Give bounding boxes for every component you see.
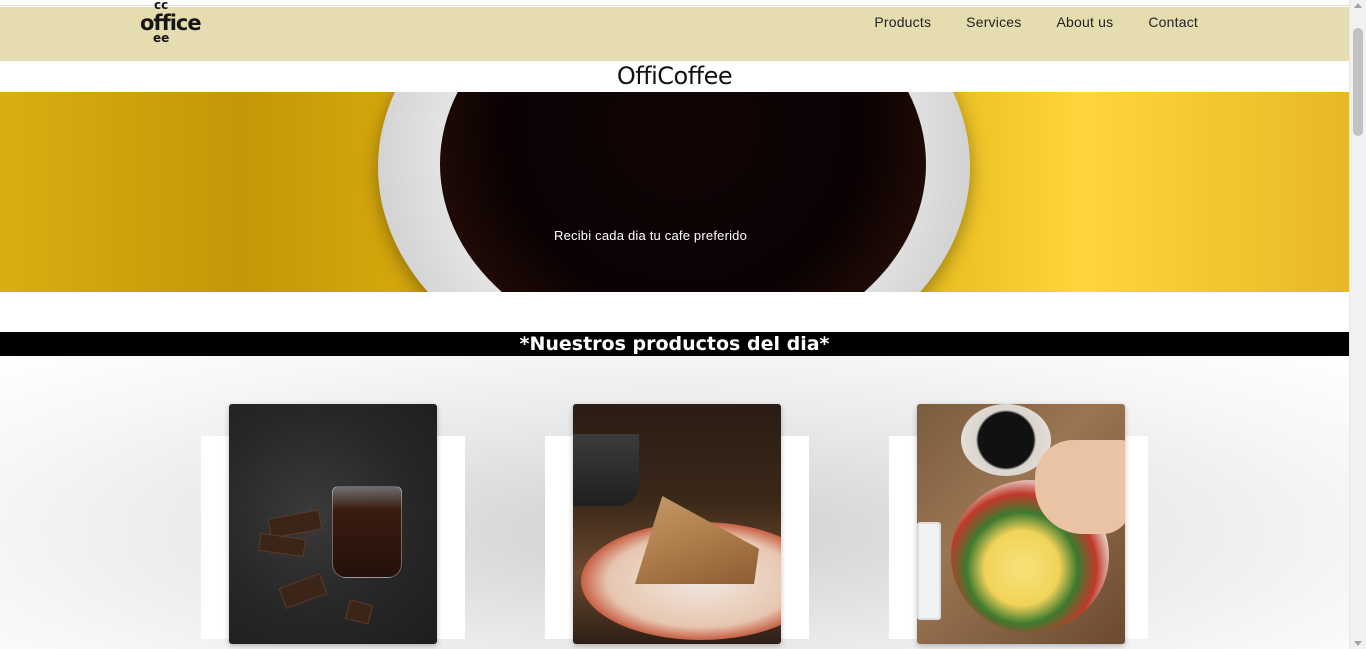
hero-coffee-image [440, 92, 926, 292]
products-heading: *Nuestros productos del dia* [519, 333, 830, 355]
products-section [0, 356, 1349, 649]
logo-word: office [140, 11, 202, 35]
page-viewport: cc office ee Products Services About us … [0, 0, 1366, 649]
logo[interactable]: cc office ee [138, 0, 202, 57]
product-image-chocolate[interactable] [229, 404, 437, 644]
hand-image [1035, 440, 1125, 534]
scroll-down-arrow-icon[interactable] [1354, 641, 1362, 646]
phone-image [917, 522, 941, 620]
logo-cc-bottom: ee [153, 31, 170, 45]
nav-link-products[interactable]: Products [874, 14, 931, 30]
hero-text: Recibi cada dia tu cafe preferido [554, 228, 748, 243]
cup-image [573, 434, 639, 506]
nav-links: Products Services About us Contact [839, 14, 1198, 30]
vertical-scrollbar[interactable] [1349, 0, 1366, 649]
chocolate-piece [267, 509, 323, 539]
hero-banner: Recibi cada dia tu cafe preferido [0, 92, 1349, 292]
scrollbar-thumb[interactable] [1353, 28, 1363, 136]
nav-link-about[interactable]: About us [1056, 14, 1113, 30]
products-heading-banner: *Nuestros productos del dia* [0, 332, 1349, 356]
chocolate-piece [344, 599, 374, 625]
chocolate-piece [278, 573, 328, 609]
site-title: OffiCoffee [616, 62, 733, 90]
nav-link-services[interactable]: Services [966, 14, 1021, 30]
scroll-up-arrow-icon[interactable] [1354, 3, 1362, 8]
product-image-breakfast[interactable] [917, 404, 1125, 644]
cake-image [635, 496, 759, 584]
nav-link-contact[interactable]: Contact [1148, 14, 1198, 30]
browser-top-edge [0, 0, 1349, 6]
navbar: cc office ee Products Services About us … [0, 0, 1349, 61]
chocolate-piece [257, 532, 307, 558]
glass-image [332, 486, 402, 578]
product-image-cake[interactable] [573, 404, 781, 644]
